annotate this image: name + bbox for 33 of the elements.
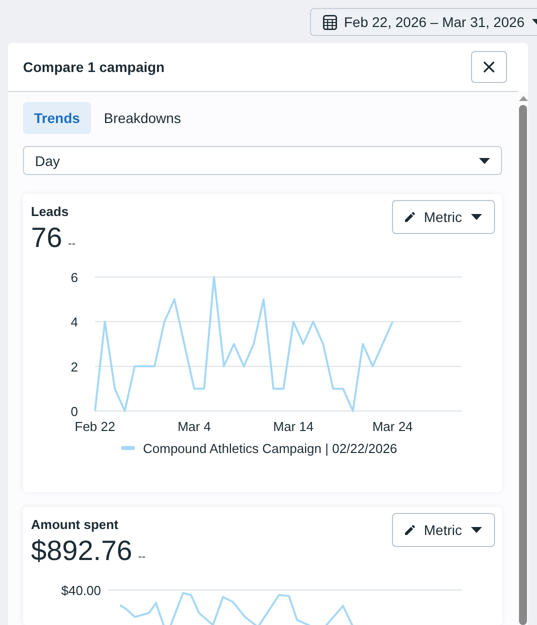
axis-label: Mar 24 (372, 419, 413, 434)
legend-item: Compound Athletics Campaign | 02/22/2026 (121, 441, 398, 456)
tab[interactable]: Trends (23, 102, 91, 134)
metric-button[interactable]: Metric (392, 513, 495, 547)
change-value: -- (138, 551, 146, 563)
axis-label: 6 (70, 270, 78, 285)
scroll-up-icon (518, 96, 528, 101)
axis-label: Feb 22 (74, 419, 116, 434)
caret-icon (471, 527, 482, 533)
scrollbar-thumb[interactable] (519, 105, 527, 625)
metric-title: Leads (31, 204, 70, 219)
pencil-icon (405, 523, 415, 537)
axis-label: 2 (70, 359, 78, 374)
tab[interactable]: Breakdowns (92, 102, 192, 134)
metric-value: $892.76 (31, 535, 132, 567)
metric-button[interactable]: Metric (392, 200, 495, 234)
close-button[interactable] (471, 51, 507, 83)
pencil-icon (405, 210, 415, 224)
caret-icon (471, 214, 482, 220)
caret-icon (479, 158, 490, 164)
axis-label: 4 (70, 314, 78, 330)
close-icon (483, 61, 495, 73)
calendar-icon (323, 14, 337, 30)
axis-label: $40.00 (61, 583, 101, 598)
date-range-button[interactable]: Feb 22, 2026 – Mar 31, 2026 (310, 8, 537, 36)
axis-label: Mar 4 (178, 419, 211, 434)
granularity-dropdown[interactable]: Day (23, 146, 502, 175)
change-value: -- (68, 238, 76, 250)
axis-label: 0 (70, 404, 78, 419)
metric-title: Amount spent (31, 517, 120, 532)
axis-label: Mar 14 (273, 419, 314, 434)
metric-value: 76 (31, 222, 62, 254)
panel-title: Compare 1 campaign (23, 59, 165, 75)
